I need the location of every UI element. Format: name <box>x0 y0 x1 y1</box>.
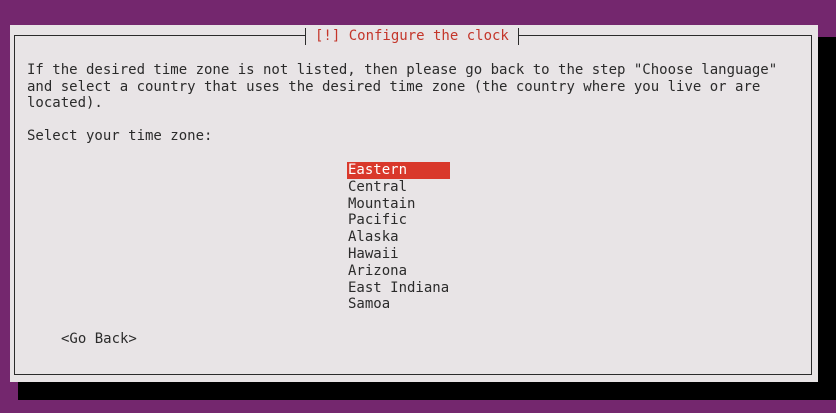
dialog-title-text: [!] Configure the clock <box>315 28 509 44</box>
timezone-list[interactable]: Eastern Central Mountain Pacific Alaska … <box>347 162 450 313</box>
dialog-title: [!] Configure the clock <box>305 28 519 45</box>
timezone-option-hawaii[interactable]: Hawaii <box>347 246 450 263</box>
message-line-2: and select a country that uses the desir… <box>27 78 761 95</box>
timezone-option-central[interactable]: Central <box>347 179 450 196</box>
timezone-option-east-indiana[interactable]: East Indiana <box>347 280 450 297</box>
timezone-option-arizona[interactable]: Arizona <box>347 263 450 280</box>
dialog-message: If the desired time zone is not listed, … <box>27 62 807 112</box>
message-line-1: If the desired time zone is not listed, … <box>27 62 778 78</box>
timezone-option-eastern[interactable]: Eastern <box>347 162 450 179</box>
go-back-button[interactable]: <Go Back> <box>61 331 137 348</box>
timezone-prompt: Select your time zone: <box>27 128 213 144</box>
timezone-option-mountain[interactable]: Mountain <box>347 196 450 213</box>
timezone-option-pacific[interactable]: Pacific <box>347 212 450 229</box>
timezone-option-alaska[interactable]: Alaska <box>347 229 450 246</box>
message-line-3: located). <box>27 95 103 111</box>
timezone-option-samoa[interactable]: Samoa <box>347 296 450 313</box>
configure-clock-dialog: [!] Configure the clock If the desired t… <box>10 25 818 382</box>
